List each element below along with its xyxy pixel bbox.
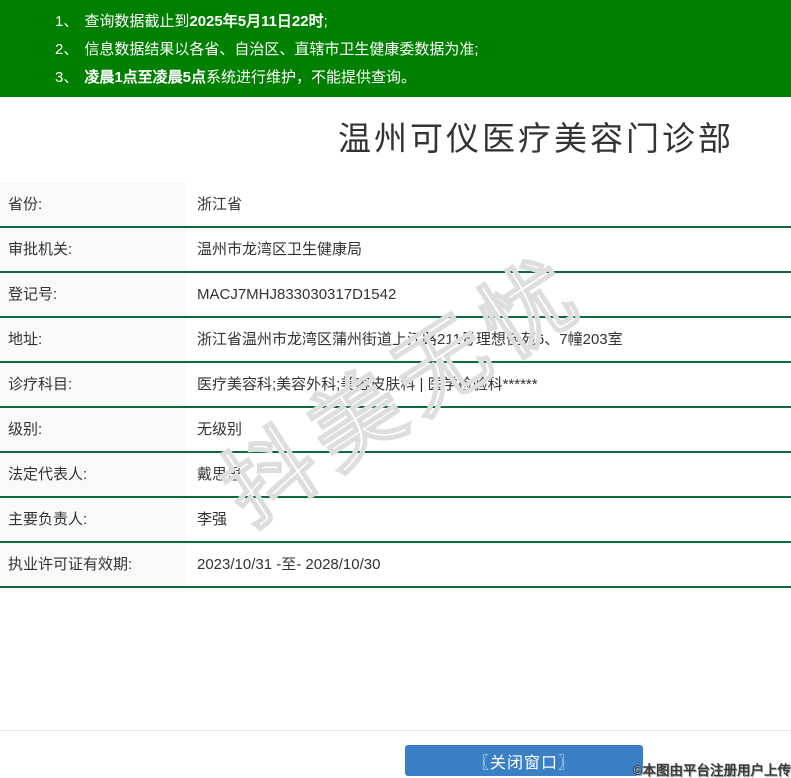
page-title: 温州可仪医疗美容门诊部 bbox=[338, 120, 734, 157]
table-row-level: 级别: 无级别 bbox=[0, 408, 791, 453]
notice-text-bold: 凌晨1点至凌晨5点 bbox=[84, 69, 207, 86]
row-value: 戴思思 bbox=[197, 466, 243, 483]
table-row-license-validity: 执业许可证有效期: 2023/10/31 -至- 2028/10/30 bbox=[0, 543, 791, 588]
notice-text: 信息数据结果以各省、自治区、直辖市卫生健康委数据为准; bbox=[84, 41, 479, 58]
row-label: 法定代表人: bbox=[0, 453, 185, 496]
row-label: 地址: bbox=[0, 318, 185, 361]
row-label: 省份: bbox=[0, 183, 185, 226]
row-value: 浙江省温州市龙湾区蒲州街道上江路211号理想佳苑6、7幢203室 bbox=[197, 331, 623, 348]
table-row-legal-representative: 法定代表人: 戴思思 bbox=[0, 453, 791, 498]
footer-bar: 〖关闭窗口〗 ©本图由平台注册用户上传 bbox=[0, 730, 791, 778]
notice-text: ; bbox=[323, 13, 328, 30]
institution-info-table: 省份: 浙江省 审批机关: 温州市龙湾区卫生健康局 登记号: MACJ7MHJ8… bbox=[0, 183, 791, 588]
table-row-province: 省份: 浙江省 bbox=[0, 183, 791, 228]
notice-number: 3、 bbox=[55, 69, 79, 86]
table-row-registration-number: 登记号: MACJ7MHJ833030317D1542 bbox=[0, 273, 791, 318]
row-label: 登记号: bbox=[0, 273, 185, 316]
content-bottom-space bbox=[0, 588, 791, 730]
notice-line-2: 2、 信息数据结果以各省、自治区、直辖市卫生健康委数据为准; bbox=[55, 36, 791, 64]
row-value: 温州市龙湾区卫生健康局 bbox=[197, 241, 363, 258]
close-window-button[interactable]: 〖关闭窗口〗 bbox=[405, 745, 643, 776]
notice-text: 查询数据截止到 bbox=[84, 13, 190, 30]
platform-upload-note: ©本图由平台注册用户上传 bbox=[632, 763, 791, 778]
row-value: MACJ7MHJ833030317D1542 bbox=[197, 286, 397, 303]
table-row-medical-subjects: 诊疗科目: 医疗美容科;美容外科;美容皮肤科 | 医学检验科****** bbox=[0, 363, 791, 408]
row-label: 执业许可证有效期: bbox=[0, 543, 185, 586]
row-label: 级别: bbox=[0, 408, 185, 451]
row-value: 浙江省 bbox=[197, 196, 243, 213]
row-value: 李强 bbox=[197, 511, 228, 528]
row-value: 2023/10/31 -至- 2028/10/30 bbox=[197, 556, 381, 573]
row-label: 主要负责人: bbox=[0, 498, 185, 541]
notice-text: 系统进行维护，不能提供查询。 bbox=[206, 69, 417, 86]
table-row-approval-authority: 审批机关: 温州市龙湾区卫生健康局 bbox=[0, 228, 791, 273]
notice-line-1: 1、 查询数据截止到2025年5月11日22时; bbox=[55, 8, 791, 36]
table-row-address: 地址: 浙江省温州市龙湾区蒲州街道上江路211号理想佳苑6、7幢203室 bbox=[0, 318, 791, 363]
notice-line-3: 3、 凌晨1点至凌晨5点系统进行维护，不能提供查询。 bbox=[55, 64, 791, 92]
notice-number: 2、 bbox=[55, 41, 79, 58]
row-value: 无级别 bbox=[197, 421, 243, 438]
row-label: 诊疗科目: bbox=[0, 363, 185, 406]
notice-number: 1、 bbox=[55, 13, 79, 30]
notice-banner: 1、 查询数据截止到2025年5月11日22时; 2、 信息数据结果以各省、自治区、… bbox=[0, 0, 791, 97]
row-label: 审批机关: bbox=[0, 228, 185, 271]
query-result-page: 1、 查询数据截止到2025年5月11日22时; 2、 信息数据结果以各省、自治区、… bbox=[0, 0, 791, 778]
row-value: 医疗美容科;美容外科;美容皮肤科 | 医学检验科****** bbox=[197, 376, 538, 393]
notice-text-bold: 2025年5月11日22时 bbox=[189, 13, 324, 30]
table-row-person-in-charge: 主要负责人: 李强 bbox=[0, 498, 791, 543]
